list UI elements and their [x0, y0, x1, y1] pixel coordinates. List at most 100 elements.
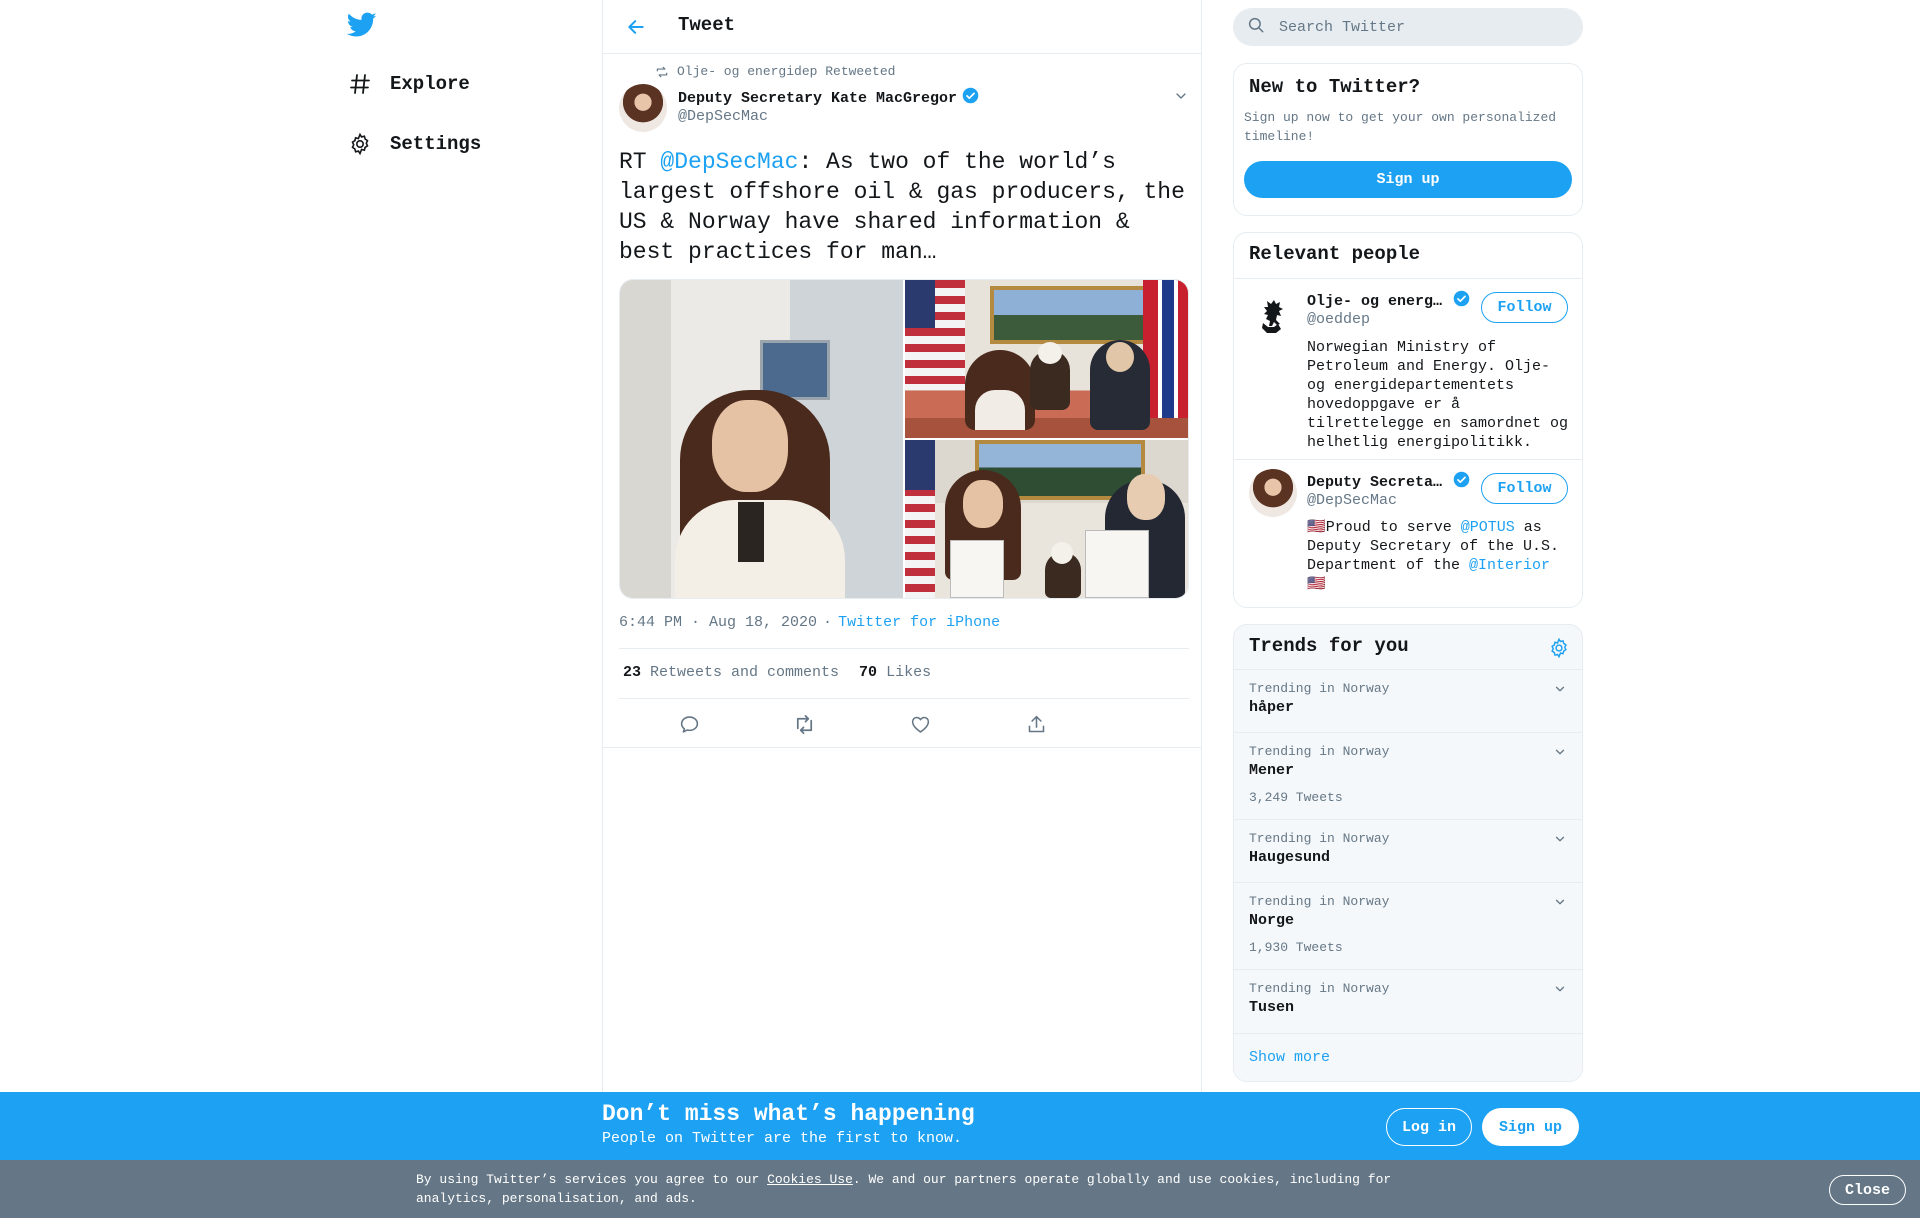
tweet-mention-link[interactable]: @DepSecMac	[660, 149, 798, 175]
new-to-twitter-card: New to Twitter? Sign up now to get your …	[1233, 63, 1583, 216]
like-icon[interactable]	[908, 712, 932, 736]
tweet-photo-1[interactable]	[620, 280, 903, 598]
chevron-down-icon[interactable]	[1173, 88, 1189, 109]
retweets-label: Retweets and comments	[650, 664, 840, 681]
retweet-icon[interactable]	[792, 712, 816, 736]
new-to-twitter-text: Sign up now to get your own personalized…	[1244, 110, 1557, 144]
trend-context: Trending in Norway	[1249, 744, 1390, 759]
tweet-text: RT @DepSecMac: As two of the world’s lar…	[619, 147, 1189, 267]
relevant-people-title: Relevant people	[1249, 243, 1421, 265]
divider	[1234, 278, 1582, 279]
verified-icon	[962, 87, 979, 109]
search-bar	[1233, 8, 1583, 46]
back-arrow-icon[interactable]	[623, 14, 649, 40]
chevron-down-icon[interactable]	[1553, 982, 1567, 1001]
verified-icon	[1453, 290, 1470, 312]
person-bio: Norwegian Ministry of Petroleum and Ener…	[1307, 339, 1569, 451]
bio-mention-link[interactable]: @POTUS	[1461, 519, 1515, 536]
author-name[interactable]: Deputy Secretary Kate MacGregor	[678, 87, 979, 109]
person-name-text: Olje- og energidep	[1307, 292, 1447, 310]
person-bio: 🇺🇸Proud to serve @POTUS as Deputy Secret…	[1307, 518, 1577, 594]
us-flag-emoji: 🇺🇸	[1307, 576, 1326, 593]
nav-settings-label: Settings	[390, 133, 482, 155]
tweet-stats: 23 Retweets and comments 70 Likes	[623, 664, 931, 681]
divider	[603, 747, 1201, 748]
norway-lion-crest-icon	[1262, 300, 1283, 333]
tweet-text-prefix: RT	[619, 149, 661, 175]
nav-explore-label: Explore	[390, 73, 470, 95]
new-to-twitter-title: New to Twitter?	[1249, 76, 1421, 98]
trend-name: Tusen	[1249, 999, 1295, 1016]
retweets-stat[interactable]: 23 Retweets and comments	[623, 664, 839, 681]
signup-button[interactable]: Sign up	[1482, 1108, 1579, 1146]
trend-name: håper	[1249, 699, 1295, 716]
cookies-use-link[interactable]: Cookies Use	[767, 1172, 853, 1187]
share-icon[interactable]	[1024, 712, 1048, 736]
avatar[interactable]	[1249, 293, 1297, 341]
follow-button[interactable]: Follow	[1481, 292, 1568, 323]
trend-name: Haugesund	[1249, 849, 1331, 866]
reply-icon[interactable]	[677, 712, 701, 736]
tweet-source-link[interactable]: Twitter for iPhone	[838, 614, 1000, 631]
login-button[interactable]: Log in	[1386, 1108, 1472, 1146]
trend-count: 1,930 Tweets	[1249, 940, 1343, 955]
divider	[619, 698, 1189, 699]
tweet-column: Tweet Olje- og energidep Retweeted Deput…	[602, 0, 1202, 1092]
chevron-down-icon[interactable]	[1553, 832, 1567, 851]
author-name-text: Deputy Secretary Kate MacGregor	[678, 89, 958, 107]
bio-mention-link[interactable]: @Interior	[1469, 557, 1550, 574]
show-more-link[interactable]: Show more	[1249, 1049, 1330, 1066]
chevron-down-icon[interactable]	[1553, 745, 1567, 764]
page-title: Tweet	[678, 14, 736, 36]
trend-item[interactable]: Trending in Norway Tusen	[1234, 969, 1582, 1033]
tweet-timestamp[interactable]: 6:44 PM · Aug 18, 2020	[619, 614, 817, 631]
chevron-down-icon[interactable]	[1553, 682, 1567, 701]
trends-card: Trends for you Trending in Norway håper …	[1233, 624, 1583, 1082]
person-name-text: Deputy Secretary Kate MacGregor	[1307, 473, 1447, 491]
trend-item[interactable]: Trending in Norway Norge 1,930 Tweets	[1234, 882, 1582, 969]
trends-title: Trends for you	[1249, 635, 1409, 657]
author-handle[interactable]: @DepSecMac	[678, 108, 768, 125]
trend-item[interactable]: Trending in Norway Mener 3,249 Tweets	[1234, 732, 1582, 819]
trend-name: Norge	[1249, 912, 1295, 929]
avatar[interactable]	[619, 84, 667, 132]
trend-count: 3,249 Tweets	[1249, 790, 1343, 805]
person-handle: @DepSecMac	[1307, 492, 1398, 509]
cookie-text-a: By using Twitter’s services you agree to…	[416, 1172, 768, 1187]
us-flag-emoji: 🇺🇸	[1307, 519, 1326, 536]
search-input[interactable]	[1279, 18, 1549, 36]
retweeted-by[interactable]: Olje- og energidep Retweeted	[655, 64, 895, 79]
gear-icon	[346, 130, 374, 158]
trend-item[interactable]: Trending in Norway Haugesund	[1234, 819, 1582, 882]
chevron-down-icon[interactable]	[1553, 895, 1567, 914]
likes-stat[interactable]: 70 Likes	[859, 664, 931, 681]
twitter-bird-icon[interactable]	[346, 12, 381, 42]
person-handle: @oeddep	[1307, 311, 1371, 328]
tweet-meta: 6:44 PM · Aug 18, 2020 · Twitter for iPh…	[619, 614, 1000, 631]
meta-separator: ·	[823, 614, 833, 631]
person-bio-text: Proud to serve	[1325, 519, 1461, 536]
retweets-count: 23	[623, 664, 642, 681]
likes-count: 70	[859, 664, 878, 681]
column-header: Tweet	[603, 0, 1201, 54]
hashtag-icon	[346, 70, 374, 98]
search-icon	[1247, 16, 1265, 39]
trend-context: Trending in Norway	[1249, 981, 1390, 996]
avatar[interactable]	[1249, 469, 1297, 517]
person-name[interactable]: Deputy Secretary Kate MacGregor	[1307, 471, 1470, 493]
show-more: Show more	[1234, 1033, 1582, 1083]
sidebar-signup-button[interactable]: Sign up	[1244, 161, 1572, 198]
tweet-photo-2[interactable]	[905, 280, 1188, 438]
trend-context: Trending in Norway	[1249, 831, 1390, 846]
follow-button[interactable]: Follow	[1481, 473, 1568, 504]
gear-icon[interactable]	[1548, 637, 1570, 664]
nav-settings[interactable]: Settings	[346, 124, 481, 164]
verified-icon	[1453, 471, 1470, 493]
nav-explore[interactable]: Explore	[346, 64, 470, 104]
tweet-photo-3[interactable]	[905, 440, 1188, 598]
person-name[interactable]: Olje- og energidep	[1307, 290, 1470, 312]
likes-label: Likes	[886, 664, 932, 681]
trend-item[interactable]: Trending in Norway håper	[1234, 669, 1582, 732]
close-button[interactable]: Close	[1829, 1175, 1906, 1205]
divider	[619, 648, 1189, 649]
